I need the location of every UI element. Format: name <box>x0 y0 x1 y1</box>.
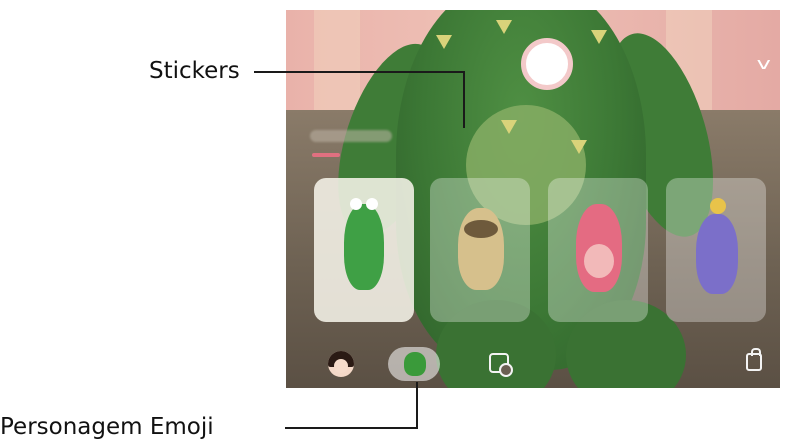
dinosaur-eye <box>350 198 362 210</box>
character-card-pink[interactable] <box>548 178 648 322</box>
character-card-sloth[interactable] <box>430 178 530 322</box>
monster-eye <box>521 38 573 90</box>
character-card-bird[interactable] <box>666 178 766 322</box>
avatar-face <box>334 359 348 373</box>
sticker-settings-icon[interactable] <box>489 353 513 377</box>
gear-icon <box>499 363 513 377</box>
stickers-callout-line <box>254 71 465 73</box>
monster-spike <box>591 30 607 44</box>
character-card-dinosaur[interactable] <box>314 178 414 322</box>
monster-spike <box>496 20 512 34</box>
dinosaur-eye <box>366 198 378 210</box>
bottom-control-bar <box>286 340 780 388</box>
stickers-callout-line <box>463 71 465 128</box>
emoji-callout-line <box>416 382 418 429</box>
emoji-character-callout-label: Personagem Emoji <box>0 414 214 440</box>
sloth-face <box>464 220 498 238</box>
emoji-callout-line <box>285 427 418 429</box>
bird-character-icon <box>696 214 738 294</box>
stickers-callout-label: Stickers <box>149 58 240 84</box>
pink-belly <box>584 244 614 278</box>
monster-spike <box>436 35 452 49</box>
bird-crest <box>710 198 726 214</box>
mode-label-blurred <box>310 130 392 142</box>
dinosaur-character-icon <box>344 204 384 290</box>
dinosaur-icon <box>404 352 426 376</box>
chevron-down-icon[interactable]: v <box>756 54 770 73</box>
emoji-character-tab-button[interactable] <box>388 347 440 381</box>
shopping-bag-icon[interactable] <box>746 348 762 371</box>
avatar-icon[interactable] <box>328 351 354 377</box>
ar-emoji-camera-screen: v <box>286 10 780 388</box>
monster-spike <box>571 140 587 154</box>
monster-spike <box>501 120 517 134</box>
wall-decoration <box>314 10 360 110</box>
mode-indicator <box>312 153 340 157</box>
bag-handle <box>751 348 761 356</box>
